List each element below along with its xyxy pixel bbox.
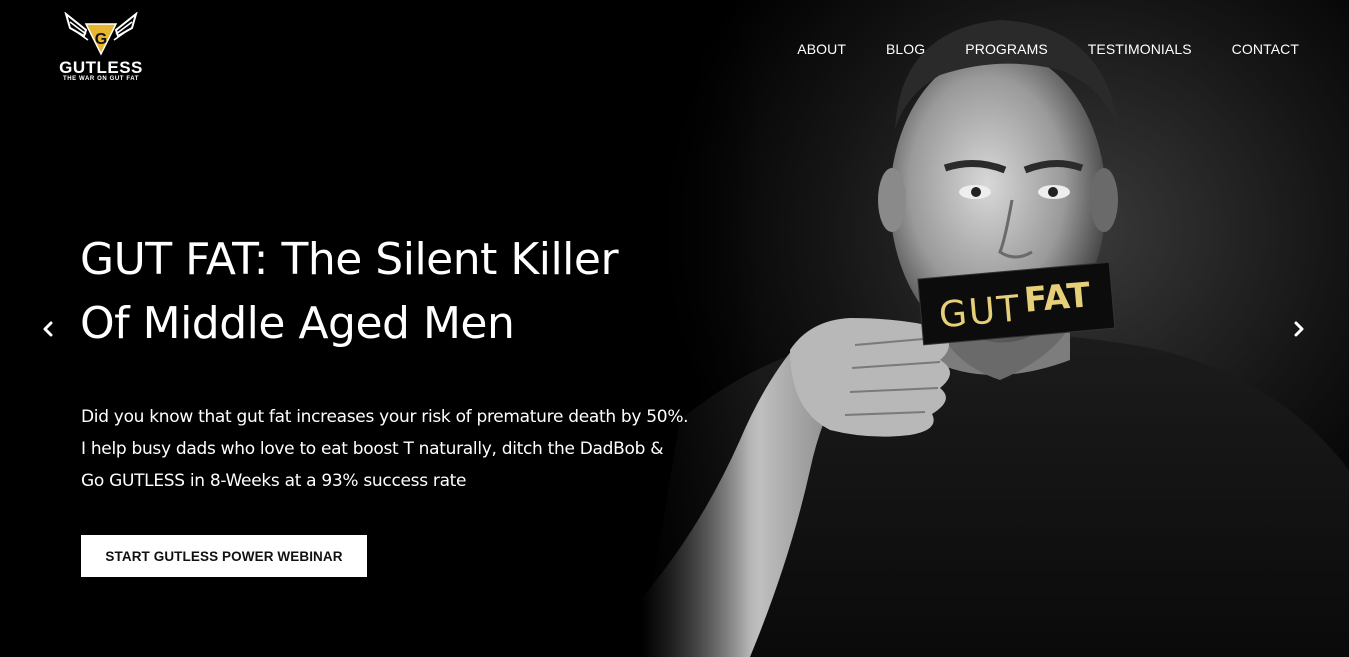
sign-text-gut: GUT: [937, 288, 1023, 336]
logo-letter: G: [95, 31, 107, 48]
carousel-next-button[interactable]: [1288, 318, 1310, 340]
hero-photo: GUT FAT: [640, 0, 1349, 657]
start-webinar-button[interactable]: START GUTLESS POWER WEBINAR: [81, 535, 367, 577]
chevron-left-icon: [43, 321, 53, 337]
hero-description-line: Did you know that gut fat increases your…: [81, 407, 689, 427]
logo-name: GUTLESS: [59, 58, 143, 77]
hero-description-line: Go GUTLESS in 8-Weeks at a 93% success r…: [81, 471, 467, 491]
chevron-right-icon: [1294, 321, 1304, 337]
hero-headline-line: GUT FAT: The Silent Killer: [80, 234, 619, 285]
sign-text-fat: FAT: [1022, 275, 1092, 321]
nav-item-programs[interactable]: PROGRAMS: [965, 40, 1047, 58]
nav-item-testimonials[interactable]: TESTIMONIALS: [1088, 40, 1192, 58]
logo-tagline: THE WAR ON GUT FAT: [62, 76, 140, 82]
logo-wings-icon: G: [64, 12, 138, 56]
nav-item-contact[interactable]: CONTACT: [1232, 40, 1299, 58]
hero-description: Did you know that gut fat increases your…: [81, 401, 741, 497]
hero-section: GUT FAT G GUTLESS THE WAR ON GUT FAT ABO…: [0, 0, 1349, 657]
hero-headline-line: Of Middle Aged Men: [80, 298, 515, 349]
nav-item-blog[interactable]: BLOG: [886, 40, 925, 58]
carousel-prev-button[interactable]: [37, 318, 59, 340]
nav-item-about[interactable]: ABOUT: [797, 40, 846, 58]
main-nav: ABOUT BLOG PROGRAMS TESTIMONIALS CONTACT: [797, 40, 1299, 58]
hero-description-line: I help busy dads who love to eat boost T…: [81, 439, 664, 459]
brand-logo[interactable]: G GUTLESS THE WAR ON GUT FAT: [48, 12, 154, 88]
hero-headline: GUT FAT: The Silent Killer Of Middle Age…: [80, 228, 720, 356]
